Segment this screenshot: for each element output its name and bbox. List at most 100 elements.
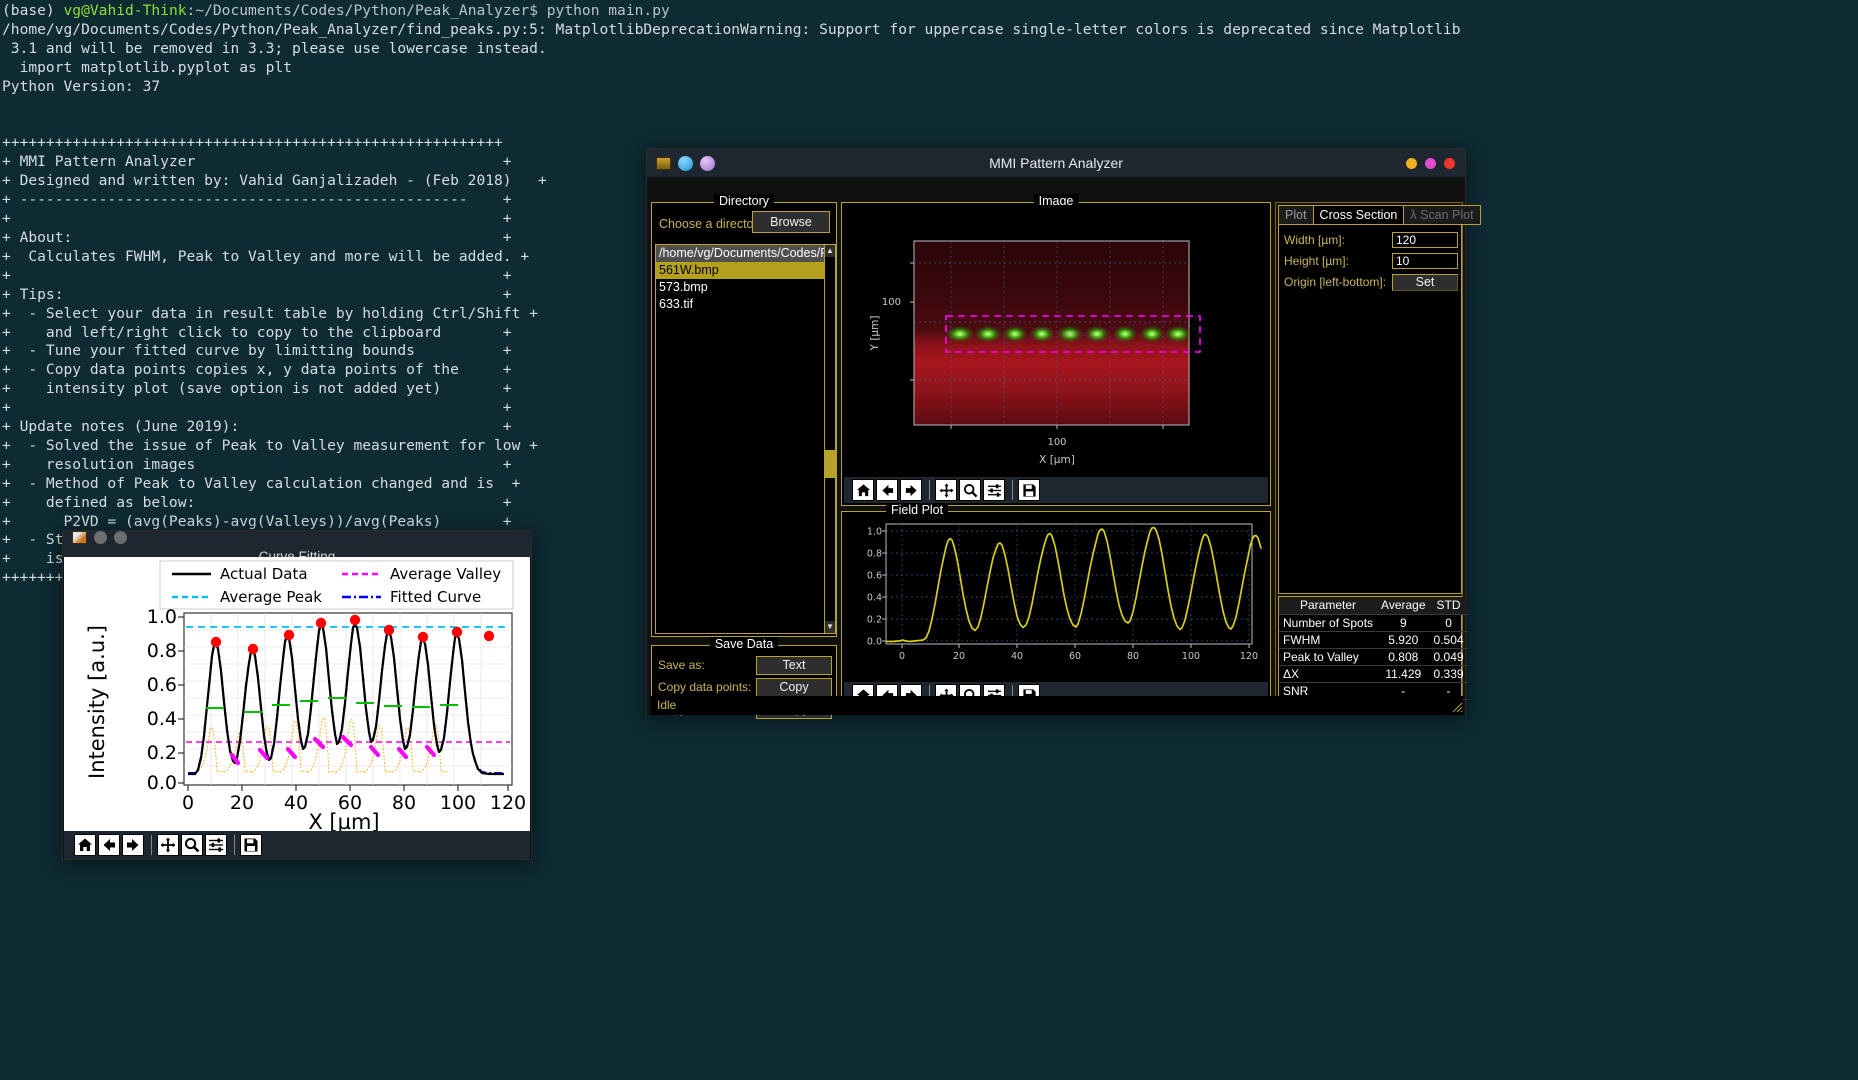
copy-data-points-button[interactable]: Copy [756,677,832,697]
width-label: Width [µm]: [1284,233,1345,247]
directory-current-path[interactable]: /home/vg/Documents/Codes/Python [656,245,834,262]
legend-fitted-curve: Fitted Curve [390,588,481,606]
back-arrow-icon[interactable] [876,479,898,501]
configure-sliders-icon[interactable] [205,834,227,856]
toolbar-separator [929,480,930,500]
home-icon[interactable] [852,479,874,501]
xtick-120: 120 [490,792,526,814]
save-floppy-icon[interactable] [240,834,262,856]
window-maximize-dot[interactable] [1425,157,1436,169]
toolbar-separator [1012,480,1013,500]
table-row[interactable]: Peak to Valley 0.808 0.049 [1279,648,1468,666]
svg-text:Y [µm]: Y [µm] [869,316,881,352]
origin-label: Origin [left-bottom]: [1284,275,1387,289]
pan-move-icon[interactable] [157,834,179,856]
list-item[interactable]: 573.bmp [656,279,834,296]
set-origin-button[interactable]: Set [1392,273,1458,291]
minimize-button[interactable] [94,531,107,544]
image-plot-canvas[interactable]: 100 100 X [µm] Y [µm] [844,205,1268,477]
svg-text:0.4: 0.4 [867,593,882,604]
param-name: Peak to Valley [1279,648,1378,666]
svg-text:100: 100 [1182,651,1200,662]
screen-root: (base) vg@Vahid-Think:~/Documents/Codes/… [0,0,1858,1080]
save-as-text-button[interactable]: Text [756,655,832,675]
toolbar-separator [234,835,235,855]
scrollbar-thumb[interactable] [825,450,835,478]
maximize-button[interactable] [700,155,715,171]
zoom-magnifier-icon[interactable] [959,479,981,501]
directory-file-list[interactable]: /home/vg/Documents/Codes/Python 561W.bmp… [655,244,835,634]
param-name: FWHM [1279,631,1378,649]
width-field-row: Width [µm]: [1284,231,1458,249]
mmi-titlebar[interactable]: MMI Pattern Analyzer [647,149,1465,177]
curve-fitting-svg: Actual Data Average Peak Average Valley … [64,557,530,833]
ytick-0.0: 0.0 [147,772,177,794]
list-item[interactable]: 561W.bmp [656,262,834,279]
curve-fitting-window: Curve Fitting Actual Data Average Peak A… [62,530,532,860]
toolbar-separator [151,835,152,855]
directory-panel-title: Directory [713,194,775,208]
x-axis-label: X [µm] [308,810,379,833]
param-std: 0.049 [1429,648,1468,666]
zoom-magnifier-icon[interactable] [181,834,203,856]
table-row[interactable]: Number of Spots 9 0 [1279,614,1468,632]
param-average: 0.808 [1377,648,1430,666]
save-data-panel-title: Save Data [709,637,779,651]
curve-fitting-canvas[interactable]: Actual Data Average Peak Average Valley … [64,557,530,833]
home-icon[interactable] [74,834,96,856]
param-std: 0.504 [1429,631,1468,649]
table-row[interactable]: ΔX 11.429 0.339 [1279,665,1468,683]
svg-text:0.8: 0.8 [867,549,882,560]
maximize-button[interactable] [114,531,127,544]
browse-button[interactable]: Browse [752,211,830,233]
resize-grip[interactable] [1449,699,1463,713]
window-close-dot[interactable] [1444,157,1455,169]
configure-sliders-icon[interactable] [983,479,1005,501]
save-floppy-icon[interactable] [1018,479,1040,501]
directory-list-scrollbar[interactable]: ▲ ▼ [824,244,836,634]
forward-arrow-icon[interactable] [122,834,144,856]
tab-bar[interactable]: Plot Cross Section λ Scan Plot [1278,205,1481,225]
directory-panel: Directory Choose a directory: Browse /ho… [651,194,837,637]
save-as-label: Save as: [658,658,705,672]
back-arrow-icon[interactable] [98,834,120,856]
results-table[interactable]: Parameter Average STD Number of Spots 9 … [1278,596,1468,708]
legend-average-valley: Average Valley [390,565,501,583]
mmi-window-title: MMI Pattern Analyzer [989,155,1123,171]
param-average: 11.429 [1377,665,1430,683]
cross-section-tab-panel: Width [µm]: Height [µm]: Origin [left-bo… [1278,224,1462,594]
field-plot-canvas[interactable]: 1.0 0.8 0.6 0.4 0.2 0.0 0 20 40 60 80 10… [844,514,1268,680]
forward-arrow-icon[interactable] [900,479,922,501]
right-panel: Plot Cross Section λ Scan Plot Width [µm… [1275,202,1481,711]
height-input[interactable] [1392,253,1458,269]
col-parameter: Parameter [1279,597,1378,615]
ytick-1.0: 1.0 [147,606,177,628]
param-name: ΔX [1279,665,1378,683]
curve-fitting-toolbar[interactable] [64,831,530,859]
tab-plot[interactable]: Plot [1278,205,1314,225]
tab-lambda-scan-plot[interactable]: λ Scan Plot [1403,205,1481,225]
image-plot-toolbar[interactable] [844,477,1268,503]
scroll-down-arrow-icon[interactable]: ▼ [825,621,835,633]
list-item[interactable]: 633.tif [656,296,834,313]
window-minimize-dot[interactable] [1406,157,1417,169]
curve-fitting-titlebar[interactable]: Curve Fitting [63,531,531,564]
pan-move-icon[interactable] [935,479,957,501]
height-field-row: Height [µm]: [1284,252,1458,270]
status-bar: Idle [651,696,1463,715]
xtick-40: 40 [284,792,308,814]
minimize-button[interactable] [678,155,693,171]
scroll-up-arrow-icon[interactable]: ▲ [825,245,835,257]
copy-data-points-row: Copy data points: Copy [658,677,832,697]
copy-data-points-label: Copy data points: [658,680,752,694]
field-plot-panel: Field Plot 1.0 0.8 0.6 0.4 0.2 0.0 0 20 … [841,503,1271,711]
tab-cross-section[interactable]: Cross Section [1312,205,1405,225]
height-label: Height [µm]: [1284,254,1349,268]
ytick-0.2: 0.2 [147,742,177,764]
col-average: Average [1377,597,1430,615]
xtick-20: 20 [230,792,254,814]
width-input[interactable] [1392,232,1458,248]
table-header-row: Parameter Average STD [1279,597,1468,615]
param-name: Number of Spots [1279,614,1378,632]
table-row[interactable]: FWHM 5.920 0.504 [1279,631,1468,649]
